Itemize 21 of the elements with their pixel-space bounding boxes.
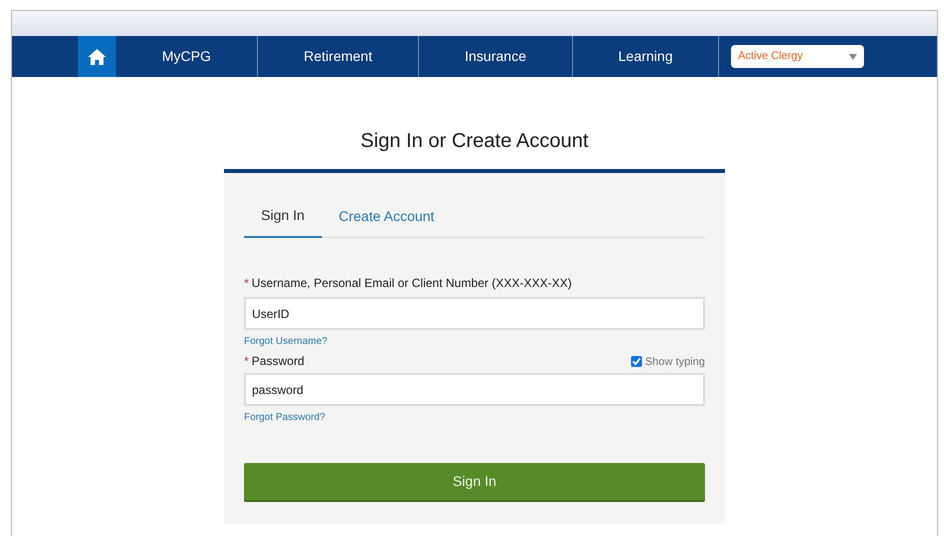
dropdown-caret-icon [849,54,857,60]
field-label: Username, Personal Email or Client Number (XXX-XXX-XX) [252,275,572,292]
nav-item[interactable]: Learning [573,36,719,77]
tab[interactable]: Sign In [244,205,322,238]
home-button[interactable] [78,36,116,77]
username-field[interactable]: UserID [244,297,705,330]
field-label: Password [252,353,304,370]
forgot-username-link[interactable]: Forgot Username? [244,334,328,349]
home-icon [87,48,107,66]
nav-item[interactable]: Insurance [419,36,573,77]
page-heading: Sign In or Create Account [360,129,588,154]
show-typing-label: Show typing [645,354,705,370]
show-typing-checkbox[interactable] [631,356,642,368]
sign-in-button[interactable]: Sign In [244,463,705,502]
required-mark: * [244,353,249,370]
password-field[interactable]: password [244,373,705,406]
nav-item[interactable]: MyCPG [116,36,258,77]
forgot-password-link[interactable]: Forgot Password? [244,410,326,425]
required-mark: * [244,275,249,292]
tab[interactable]: Create Account [322,205,452,237]
nav-item[interactable]: Retirement [258,36,419,77]
